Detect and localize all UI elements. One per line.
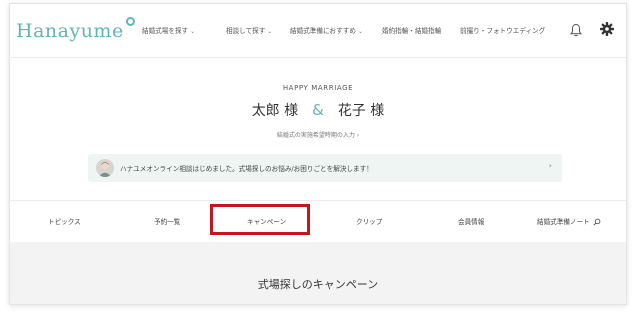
section-title: 式場探しのキャンペーン (257, 278, 379, 291)
nav-item-rings[interactable]: 婚約指輪・結婚指輪 (382, 25, 441, 35)
ampersand: & (312, 101, 324, 119)
page-frame: Hanayume 結婚式場を探す ⌄ 相談して探す ⌄ 結婚式準備におすすめ ⌄ 婚約… (9, 3, 627, 305)
chevron-down-icon: ⌄ (357, 28, 363, 35)
nav-item-photo-wedding[interactable]: 前撮り・フォトウエディング (460, 25, 545, 35)
logo-flower-icon (126, 17, 135, 26)
nav-item-recommended[interactable]: 結婚式準備におすすめ ⌄ (290, 25, 363, 35)
tab-reservations[interactable]: 予約一覧 (154, 201, 180, 243)
tab-clip[interactable]: クリップ (356, 201, 382, 243)
couple-names: 太郎 様 & 花子 様 (10, 100, 626, 120)
site-header: Hanayume 結婚式場を探す ⌄ 相談して探す ⌄ 結婚式準備におすすめ ⌄ 婚約… (10, 4, 626, 58)
bell-icon[interactable] (569, 22, 583, 41)
nav-item-label: 結婚式準備におすすめ (290, 27, 356, 35)
gear-icon[interactable] (599, 21, 615, 40)
nav-item-consult[interactable]: 相談して探す ⌄ (226, 25, 272, 35)
couple-label: HAPPY MARRIAGE (282, 84, 354, 92)
consult-banner[interactable]: ハナユメオンライン相談はじめました。式場探しのお悩み/お困りごとを解決します！ … (88, 154, 562, 182)
mypage-tabs: トピックス 予約一覧 キャンペーン クリップ 会員情報 結婚式準備ノート (10, 200, 626, 242)
nav-item-label: 前撮り・フォトウエディング (460, 27, 546, 35)
campaign-section: 式場探しのキャンペーン (10, 242, 626, 304)
chevron-down-icon: ⌄ (267, 28, 273, 35)
chevron-right-icon: › (548, 161, 552, 170)
chevron-down-icon: ⌄ (190, 28, 196, 35)
tab-label: 結婚式準備ノート (537, 218, 590, 226)
tab-topics[interactable]: トピックス (48, 201, 81, 243)
groom-name: 太郎 様 (251, 103, 299, 119)
advisor-avatar (96, 159, 114, 177)
site-logo[interactable]: Hanayume (16, 20, 124, 42)
nav-item-label: 結婚式場を探す (142, 27, 189, 35)
campaign-tab-highlight (210, 204, 310, 235)
wedding-date-link[interactable]: 結婚式の実施希望時期の入力 › (10, 130, 626, 139)
nav-item-label: 相談して探す (226, 27, 266, 35)
tab-member-info[interactable]: 会員情報 (458, 201, 484, 243)
nav-item-label: 婚約指輪・結婚指輪 (382, 27, 442, 35)
nav-item-venue-search[interactable]: 結婚式場を探す ⌄ (142, 25, 195, 35)
bride-name: 花子 様 (337, 103, 385, 119)
tab-wedding-notes[interactable]: 結婚式準備ノート (537, 201, 601, 243)
banner-text: ハナユメオンライン相談はじめました。式場探しのお悩み/お困りごとを解決します！ (120, 165, 373, 173)
search-icon (593, 218, 601, 226)
